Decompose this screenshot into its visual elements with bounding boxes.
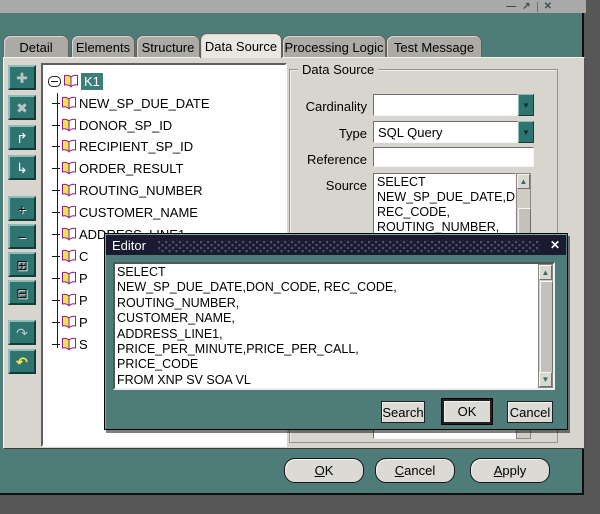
editor-textarea[interactable]: SELECT NEW_SP_DUE_DATE,DON_CODE, REC_COD…	[113, 262, 555, 390]
restore-icon[interactable]: ↗	[522, 1, 530, 12]
node-book-icon	[62, 139, 76, 153]
tab-processing-logic[interactable]: Processing Logic	[282, 35, 386, 58]
tab-structure[interactable]: Structure	[136, 35, 200, 58]
collapse-all-icon[interactable]: ⊟	[8, 280, 36, 305]
mdi-strip: — ↗ ✕	[0, 0, 586, 13]
close-icon[interactable]: ✕	[544, 1, 552, 12]
editor-search-button[interactable]: Search	[381, 401, 425, 423]
cardinality-select[interactable]	[373, 94, 518, 116]
mdi-separator	[536, 1, 538, 12]
tree-item[interactable]: ORDER_RESULT	[52, 158, 184, 178]
editor-scrollbar[interactable]: ▲ ▼	[538, 264, 553, 388]
tree-item-label: DONOR_SP_ID	[79, 117, 173, 133]
tree-item-label: S	[79, 336, 88, 352]
node-book-icon	[62, 293, 76, 307]
tree-item[interactable]: S	[52, 334, 88, 354]
add-node-icon[interactable]: ✚	[8, 65, 36, 90]
editor-dialog: Editor ✕ SELECT NEW_SP_DUE_DATE,DON_CODE…	[104, 233, 568, 430]
tree-item[interactable]: P	[52, 268, 88, 288]
scroll-up-icon[interactable]: ▲	[517, 174, 530, 189]
tree-item-label: P	[79, 314, 88, 330]
editor-sql-text: SELECT NEW_SP_DUE_DATE,DON_CODE, REC_COD…	[117, 265, 397, 387]
tree-item[interactable]: NEW_SP_DUE_DATE	[52, 93, 210, 113]
node-book-icon	[62, 96, 76, 110]
tree-item-label: ORDER_RESULT	[79, 160, 184, 176]
tree-item-label: RECIPIENT_SP_ID	[79, 138, 194, 154]
editor-close-icon[interactable]: ✕	[550, 238, 560, 252]
ok-button[interactable]: OK	[284, 458, 364, 483]
node-book-icon	[62, 337, 76, 351]
tree-item-label: NEW_SP_DUE_DATE	[79, 95, 210, 111]
tree-item-label: CUSTOMER_NAME	[79, 204, 198, 220]
cardinality-label: Cardinality	[305, 99, 367, 114]
tree-item[interactable]: C	[52, 246, 88, 266]
editor-ok-button[interactable]: OK	[442, 399, 492, 424]
tree-item[interactable]: RECIPIENT_SP_ID	[52, 136, 193, 156]
tab-label: Structure	[141, 39, 195, 55]
node-book-icon	[62, 315, 76, 329]
tree-root-label[interactable]: K1	[81, 72, 103, 90]
redo-icon[interactable]: ↷	[8, 320, 36, 345]
node-book-icon	[62, 249, 76, 263]
scroll-down-icon[interactable]: ▼	[539, 372, 552, 387]
desktop: — ↗ ✕ Detail Elements Structure Data Sou…	[0, 0, 600, 514]
node-book-icon	[62, 205, 76, 219]
tab-elements[interactable]: Elements	[71, 35, 135, 58]
tree-item-label: P	[79, 270, 88, 286]
scrollbar-thumb[interactable]	[540, 281, 553, 373]
node-book-icon	[62, 118, 76, 132]
editor-cancel-button[interactable]: Cancel	[507, 401, 553, 423]
cancel-button[interactable]: Cancel	[375, 458, 455, 483]
tree-item[interactable]: P	[52, 290, 88, 310]
collapse-icon[interactable]: −	[8, 224, 36, 249]
type-dropdown-icon[interactable]: ▼	[518, 121, 534, 143]
minimize-icon[interactable]: —	[506, 1, 516, 12]
scroll-up-icon[interactable]: ▲	[539, 265, 552, 280]
tab-label: Detail	[19, 39, 53, 55]
group-legend: Data Source	[298, 62, 379, 77]
undo-icon[interactable]: ↶	[8, 349, 36, 374]
tab-label: Test Message	[393, 39, 475, 55]
titlebar-texture	[157, 240, 540, 253]
tab-label: Processing Logic	[284, 39, 384, 55]
expand-all-icon[interactable]: ⊞	[8, 252, 36, 277]
tab-detail[interactable]: Detail	[3, 35, 69, 58]
type-label: Type	[338, 126, 367, 141]
tree-item[interactable]: DONOR_SP_ID	[52, 115, 172, 135]
tab-test-message[interactable]: Test Message	[386, 35, 482, 58]
type-select[interactable]: SQL Query	[373, 121, 518, 143]
tree-item[interactable]: CUSTOMER_NAME	[52, 202, 198, 222]
tree-item-label: C	[79, 248, 89, 264]
node-book-icon	[64, 74, 78, 88]
collapse-toggle-icon[interactable]	[48, 75, 61, 87]
move-up-icon[interactable]: ↱	[8, 125, 36, 150]
tree-root-row[interactable]: K1	[48, 71, 103, 91]
node-book-icon	[62, 161, 76, 175]
cardinality-dropdown-icon[interactable]: ▼	[518, 94, 534, 116]
tab-label: Data Source	[204, 38, 278, 54]
tree-item-label: ROUTING_NUMBER	[79, 182, 203, 198]
reference-input[interactable]	[373, 147, 534, 167]
tab-data-source[interactable]: Data Source	[200, 33, 282, 58]
node-book-icon	[62, 271, 76, 285]
source-label: Source	[325, 178, 367, 193]
delete-node-icon[interactable]: ✖	[8, 95, 36, 120]
reference-label: Reference	[307, 152, 367, 167]
move-down-icon[interactable]: ↳	[8, 155, 36, 180]
editor-title: Editor	[112, 237, 146, 253]
tab-label: Elements	[75, 39, 131, 55]
tree-item-label: P	[79, 292, 88, 308]
window-titlebar[interactable]	[0, 13, 582, 30]
tree-item[interactable]: ROUTING_NUMBER	[52, 180, 203, 200]
editor-titlebar[interactable]: Editor ✕	[106, 235, 566, 255]
tree-item[interactable]: P	[52, 312, 88, 332]
expand-icon[interactable]: +	[8, 196, 36, 221]
apply-button[interactable]: Apply	[470, 458, 550, 483]
node-book-icon	[62, 227, 76, 241]
node-book-icon	[62, 183, 76, 197]
